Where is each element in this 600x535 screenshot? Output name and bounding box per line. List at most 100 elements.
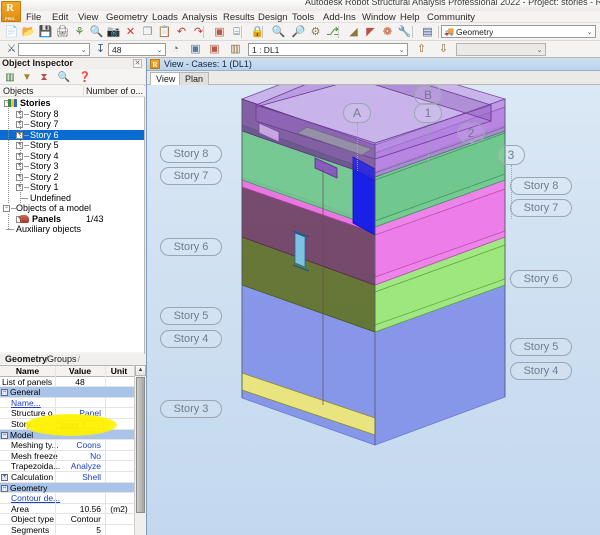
view-tab-view[interactable]: View: [150, 72, 182, 85]
menu-item-results[interactable]: Results: [223, 12, 255, 23]
snap-icon[interactable]: ◔: [168, 42, 183, 56]
tree-item-stories[interactable]: −Stories: [0, 98, 144, 109]
story-label-left-story-6[interactable]: Story 6: [160, 238, 222, 256]
selection-combo[interactable]: ⌄: [18, 43, 90, 56]
story-label-right-story-7[interactable]: Story 7: [510, 199, 572, 217]
property-value[interactable]: No: [56, 451, 104, 462]
panel-number-combo[interactable]: 48 ⌄: [108, 43, 166, 56]
collapse-icon[interactable]: −: [3, 205, 10, 212]
menu-item-community[interactable]: Community: [427, 12, 475, 23]
property-row-list-of-panels[interactable]: List of panels 48: [0, 376, 134, 388]
property-value[interactable]: Shell: [56, 472, 104, 483]
case-select-icon[interactable]: ▥: [228, 42, 243, 56]
tree-item-panels[interactable]: +Panels1/43: [0, 214, 144, 225]
menu-item-geometry[interactable]: Geometry: [106, 12, 148, 23]
property-value[interactable]: 48: [56, 377, 104, 388]
screen-capture-icon[interactable]: 📷: [106, 25, 121, 39]
undo-icon[interactable]: ↶: [174, 25, 189, 39]
collapse-icon[interactable]: −: [1, 389, 8, 397]
grid-bubble-1[interactable]: 1: [414, 103, 442, 123]
layers-icon[interactable]: ▥: [3, 71, 17, 84]
property-row-meshing-ty[interactable]: Meshing ty... Coons: [0, 440, 134, 451]
model-viewport[interactable]: A B 1 2 3 Story 8 Story 7 Story 6 Story 5 Story 4…: [147, 85, 600, 535]
property-row-name[interactable]: Name...: [0, 397, 134, 409]
render-view-icon[interactable]: ▣: [188, 42, 203, 56]
tree-item-story-3[interactable]: + Story 3: [0, 161, 144, 172]
object-tree[interactable]: −Stories+Story 8+Story 7+Story 6+Story 5…: [0, 98, 144, 352]
property-row-object-type[interactable]: Object type Contour: [0, 514, 134, 525]
menu-item-add-ins[interactable]: Add-Ins: [323, 12, 356, 23]
menu-item-analysis[interactable]: Analysis: [182, 12, 217, 23]
property-group-general[interactable]: − General: [0, 387, 134, 398]
tree-item-story-4[interactable]: + Story 4: [0, 151, 144, 162]
menu-item-tools[interactable]: Tools: [292, 12, 314, 23]
properties-scrollbar[interactable]: ▲: [134, 365, 146, 535]
collapse-icon[interactable]: −: [1, 484, 8, 492]
tree-item-story-8[interactable]: + Story 8: [0, 109, 144, 120]
story-label-left-story-3[interactable]: Story 3: [160, 400, 222, 418]
zoom-window-icon[interactable]: 🔍: [271, 25, 286, 39]
expand-icon[interactable]: +: [1, 473, 8, 481]
property-row-calculation[interactable]: + Calculation Shell: [0, 471, 134, 483]
story-label-right-story-8[interactable]: Story 8: [510, 177, 572, 195]
property-value[interactable]: Coons: [56, 440, 104, 451]
chevron-down-icon[interactable]: ⌄: [398, 47, 405, 54]
open-folder-icon[interactable]: 📂: [21, 25, 36, 39]
section-view-icon[interactable]: ▣: [207, 42, 222, 56]
property-row-story[interactable]: Story... Story 7 ⌄: [0, 418, 134, 430]
scroll-up-icon[interactable]: ▲: [135, 365, 146, 376]
load-case-combo[interactable]: 1 : DL1 ⌄: [248, 43, 408, 56]
tree-item-auxiliary-objects[interactable]: Auxiliary objects: [0, 224, 144, 235]
view-type-combo[interactable]: 🚚 Geometry ⌄: [441, 25, 596, 38]
property-value[interactable]: Contour: [56, 514, 104, 525]
tree-item-story-6[interactable]: + Story 6: [0, 129, 144, 140]
delete-icon[interactable]: ✕: [123, 25, 138, 39]
property-value[interactable]: Analyze: [56, 461, 104, 472]
print-icon[interactable]: 🖨: [55, 25, 70, 39]
diagram-icon[interactable]: ◢: [346, 25, 361, 39]
tab-geometry[interactable]: Geometry: [2, 354, 51, 365]
tree-item-story-7[interactable]: + Story 7: [0, 119, 144, 130]
load-case-icon[interactable]: ↧: [93, 42, 108, 56]
story-label-left-story-8[interactable]: Story 8: [160, 145, 222, 163]
grid-bubble-2[interactable]: 2: [457, 123, 485, 143]
menu-item-window[interactable]: Window: [362, 12, 396, 23]
table-layout-icon[interactable]: ⌸: [229, 25, 244, 39]
tab-groups[interactable]: Groups: [44, 354, 80, 365]
copy-icon[interactable]: ❐: [140, 25, 155, 39]
select-node-icon[interactable]: ⚔: [4, 42, 19, 56]
print-preview-icon[interactable]: ⚘: [72, 25, 87, 39]
grid-bubble-3[interactable]: 3: [497, 145, 525, 165]
help-icon[interactable]: ❓: [78, 71, 92, 84]
property-value[interactable]: Panel: [56, 408, 104, 419]
sort-icon[interactable]: ⧗: [37, 71, 51, 84]
chevron-down-icon[interactable]: ⌄: [156, 47, 163, 54]
grid-bubble-B[interactable]: B: [414, 85, 442, 105]
search-icon[interactable]: 🔍: [57, 71, 71, 84]
story-label-left-story-5[interactable]: Story 5: [160, 307, 222, 325]
new-file-icon[interactable]: 📄: [4, 25, 19, 39]
properties-table[interactable]: Name Value Unit List of panels 48− General Nam…: [0, 365, 134, 535]
chevron-down-icon[interactable]: ⌄: [586, 29, 593, 36]
story-label-right-story-6[interactable]: Story 6: [510, 270, 572, 288]
close-icon[interactable]: ✕: [133, 59, 142, 68]
tree-item-undefined[interactable]: Undefined: [0, 193, 144, 204]
calc-note-icon[interactable]: ▤: [420, 25, 435, 39]
scrollbar-thumb[interactable]: [136, 377, 145, 513]
menu-item-edit[interactable]: Edit: [52, 12, 68, 23]
tools-wrench-icon[interactable]: 🔧: [397, 25, 412, 39]
property-group-geometry[interactable]: − Geometry: [0, 482, 134, 494]
property-row-mesh-freeze[interactable]: Mesh freeze No: [0, 450, 134, 462]
menu-item-file[interactable]: File: [26, 12, 41, 23]
tree-item-story-5[interactable]: + Story 5: [0, 140, 144, 151]
preview-page-icon[interactable]: 🔍: [89, 25, 104, 39]
load-display-icon[interactable]: ⇧: [414, 42, 429, 56]
menu-item-view[interactable]: View: [78, 12, 98, 23]
rotate-3d-icon[interactable]: ⚙: [308, 25, 323, 39]
menu-item-design[interactable]: Design: [258, 12, 288, 23]
display-settings-icon[interactable]: ▣: [212, 25, 227, 39]
tree-item-objects-of-a-model[interactable]: − Objects of a model: [0, 203, 144, 214]
tree-item-story-1[interactable]: + Story 1: [0, 182, 144, 193]
paste-icon[interactable]: 📋: [157, 25, 172, 39]
load-table-icon[interactable]: ⇩: [436, 42, 451, 56]
